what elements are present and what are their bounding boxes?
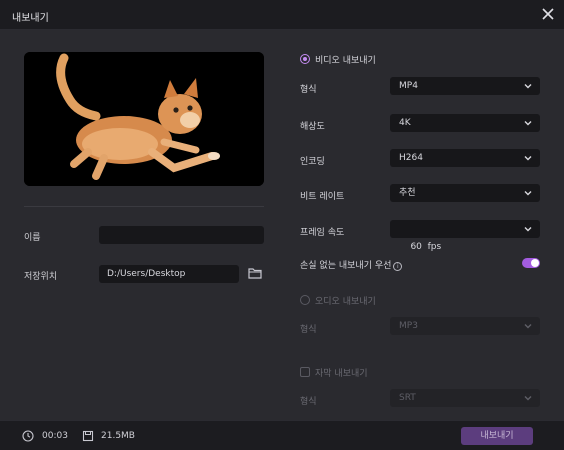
disk-icon [82,430,94,442]
close-icon[interactable] [540,6,556,22]
frame-rate-label: 프레임 속도 [300,228,345,238]
export-button[interactable]: 내보내기 [461,427,533,445]
left-panel: 이름 저장위치 D:/Users/Desktop [0,30,282,420]
name-input[interactable] [99,226,264,244]
encoding-value: H264 [399,153,423,163]
chevron-down-icon [524,324,532,329]
chevron-down-icon [524,227,532,232]
video-export-radio[interactable] [300,54,310,64]
clock-icon [22,430,34,442]
duration-text: 00:03 [42,431,68,441]
audio-format-label: 형식 [300,325,317,335]
format-select[interactable]: MP4 [390,77,540,95]
frame-rate-value: 60 fps [410,242,442,252]
audio-export-radio[interactable] [300,295,310,305]
divider [24,206,264,207]
subtitle-export-label: 자막 내보내기 [315,369,368,379]
format-label: 형식 [300,85,317,95]
lossless-toggle[interactable] [522,258,540,268]
resolution-select[interactable]: 4K [390,114,540,132]
video-preview [24,52,264,186]
right-panel: 비디오 내보내기 형식 MP4 해상도 4K 인코딩 H264 비트 레이트 추… [282,30,564,420]
lossless-label: 손실 없는 내보내기 우선 [300,261,392,271]
encoding-select[interactable]: H264 [390,149,540,167]
footer-bar: 00:03 21.5MB 내보내기 [0,420,564,450]
title-bar: 내보내기 [0,0,564,30]
video-export-label: 비디오 내보내기 [315,56,376,66]
frame-rate-select[interactable]: 60 fps [390,220,540,252]
bitrate-label: 비트 레이트 [300,192,345,202]
lossless-row: 손실 없는 내보내기 우선 i [300,258,403,271]
subtitle-export-checkbox[interactable] [300,367,310,377]
chevron-down-icon [524,191,532,196]
bitrate-value: 추천 [399,188,416,198]
window-title: 내보내기 [12,13,49,24]
encoding-label: 인코딩 [300,157,325,167]
bitrate-select[interactable]: 추천 [390,184,540,202]
resolution-label: 해상도 [300,122,325,132]
audio-format-select[interactable]: MP3 [390,317,540,335]
subtitle-format-select[interactable]: SRT [390,389,540,407]
folder-icon[interactable] [248,267,262,279]
format-value: MP4 [399,81,418,91]
info-icon[interactable]: i [393,262,403,271]
chevron-down-icon [524,121,532,126]
subtitle-format-value: SRT [399,393,416,403]
audio-export-label: 오디오 내보내기 [315,297,376,307]
file-size-text: 21.5MB [101,431,135,441]
chevron-down-icon [524,84,532,89]
save-location-label: 저장위치 [24,272,58,282]
save-path-field[interactable]: D:/Users/Desktop [99,265,239,283]
subtitle-format-label: 형식 [300,397,317,407]
resolution-value: 4K [399,118,411,128]
audio-format-value: MP3 [399,321,418,331]
kitten-image [24,52,264,186]
name-label: 이름 [24,233,41,243]
chevron-down-icon [524,156,532,161]
chevron-down-icon [524,396,532,401]
